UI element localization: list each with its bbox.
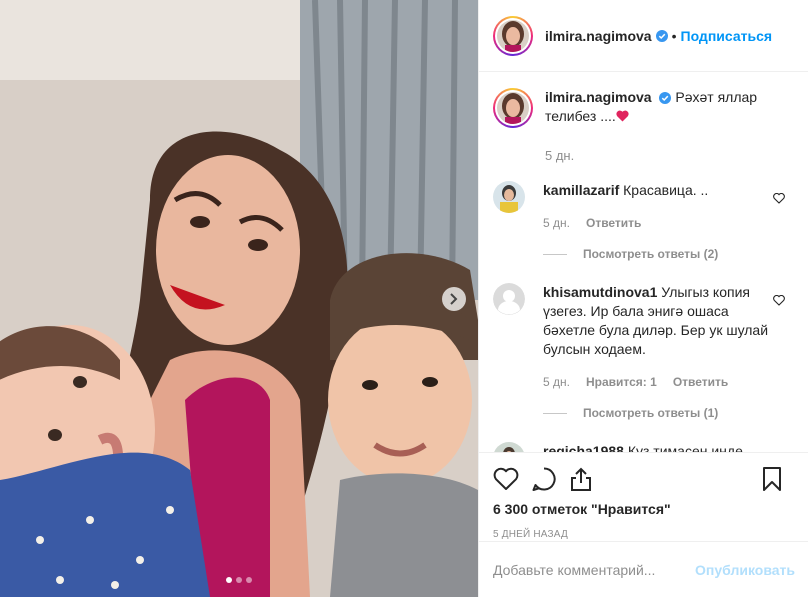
comment-icon[interactable] [531,466,557,492]
caption-time[interactable]: 5 дн. [545,146,574,165]
photo-image [0,0,478,597]
post-side-panel: ilmira.nagimova • Подписаться ilmira.nag… [478,0,808,597]
commenter-avatar[interactable] [493,442,525,452]
avatar-image [493,181,525,213]
comment-item: khisamutdinova1 Улыгыз копия үзегез. Ир … [493,283,795,392]
avatar-image [497,92,529,124]
likes-count[interactable]: 6 300 отметок "Нравится" [493,501,795,517]
heart-icon[interactable] [773,193,785,204]
author-avatar[interactable] [493,15,533,56]
comment-item: regicha1988 Куз тимасен инде, [493,442,795,452]
view-replies-button[interactable]: Посмотреть ответы (2) [543,247,795,261]
reply-button[interactable]: Ответить [586,214,641,233]
author-username[interactable]: ilmira.nagimova [545,28,652,44]
follow-button[interactable]: Подписаться [681,28,773,44]
comment-time[interactable]: 5 дн. [543,214,570,233]
post-header: ilmira.nagimova • Подписаться [479,0,808,72]
comment-text: Куз тимасен инде, [627,443,747,452]
publish-button[interactable]: Опубликовать [695,562,795,578]
carousel-dot [226,577,232,583]
commenter-avatar[interactable] [493,181,525,213]
heart-icon[interactable] [773,295,785,306]
caption: ilmira.nagimova Рәхәт яллар телибез ....… [493,88,795,165]
instagram-post: ilmira.nagimova • Подписаться ilmira.nag… [0,0,808,597]
red-heart-emoji [616,110,629,122]
default-avatar-icon [493,283,525,315]
comments-list[interactable]: ilmira.nagimova Рәхәт яллар телибез ....… [479,72,808,452]
divider [543,253,567,255]
comment-username[interactable]: regicha1988 [543,443,624,452]
view-replies-button[interactable]: Посмотреть ответы (1) [543,406,795,420]
view-replies-label: Посмотреть ответы (2) [583,247,719,261]
carousel-dot [246,577,252,583]
divider [543,412,567,414]
avatar-image [497,19,529,52]
avatar-image [493,442,525,452]
commenter-avatar[interactable] [493,283,525,315]
carousel-indicator [0,577,478,583]
view-replies-label: Посмотреть ответы (1) [583,406,719,420]
carousel-dot [236,577,242,583]
heart-icon[interactable] [493,467,519,491]
bookmark-icon[interactable] [761,466,783,492]
share-icon[interactable] [569,466,593,492]
comment-input[interactable] [493,561,696,578]
verified-badge-icon [655,29,668,42]
caption-username[interactable]: ilmira.nagimova [545,89,652,105]
post-actions: 6 300 отметок "Нравится" 5 ДНЕЙ НАЗАД [479,452,808,540]
carousel-next-button[interactable] [442,287,466,311]
caption-avatar[interactable] [493,88,533,128]
comment-username[interactable]: khisamutdinova1 [543,284,657,300]
post-date[interactable]: 5 ДНЕЙ НАЗАД [493,529,795,540]
comment-item: kamillazarif Красавица. .. 5 дн. Ответит… [493,181,795,233]
reply-button[interactable]: Ответить [673,373,728,392]
verified-badge-icon [659,92,672,104]
comment-time[interactable]: 5 дн. [543,373,570,392]
post-photo[interactable] [0,0,478,597]
separator-dot: • [671,27,677,44]
chevron-right-icon [450,293,458,305]
add-comment-bar: Опубликовать [479,541,808,597]
comment-likes-count[interactable]: Нравится: 1 [586,373,657,392]
comment-text: Красавица. .. [623,182,709,198]
comment-username[interactable]: kamillazarif [543,182,619,198]
